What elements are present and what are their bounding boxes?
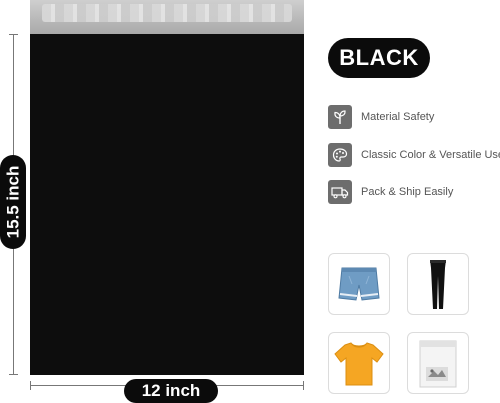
width-dimension-cap-right: [303, 381, 304, 390]
thumbnail-denim-shorts: [328, 253, 390, 315]
width-label: 12 inch: [141, 381, 201, 400]
thumbnail-leggings: [407, 253, 469, 315]
feature-label: Classic Color & Versatile Use: [361, 149, 500, 161]
feature-material-safety: Material Safety: [328, 105, 434, 129]
width-dimension-badge: 12 inch: [124, 379, 218, 403]
height-dimension-cap-top: [9, 34, 18, 35]
release-liner-tape: [42, 4, 292, 22]
feature-label: Pack & Ship Easily: [361, 186, 454, 198]
delivery-truck-icon: [328, 180, 352, 204]
height-label: 15.5 inch: [3, 165, 23, 239]
height-dimension-badge: 15.5 inch: [0, 155, 26, 249]
yellow-tshirt-icon: [334, 342, 384, 386]
palette-icon: [328, 143, 352, 167]
black-poly-mailer-bag: [30, 34, 304, 375]
feature-classic-color: Classic Color & Versatile Use: [328, 143, 500, 167]
open-mailer-bag-icon: [419, 340, 457, 388]
thumbnail-open-mailer-bag: [407, 332, 469, 394]
thumbnail-yellow-tshirt: [328, 332, 390, 394]
leggings-icon: [430, 260, 446, 309]
feature-pack-ship: Pack & Ship Easily: [328, 180, 453, 204]
color-badge-label: BLACK: [339, 45, 419, 70]
height-dimension-cap-bottom: [9, 374, 18, 375]
feature-label: Material Safety: [361, 111, 435, 123]
color-badge: BLACK: [328, 38, 430, 78]
denim-shorts-icon: [338, 267, 380, 301]
width-dimension-cap-left: [30, 381, 31, 390]
leaf-sprout-icon: [328, 105, 352, 129]
